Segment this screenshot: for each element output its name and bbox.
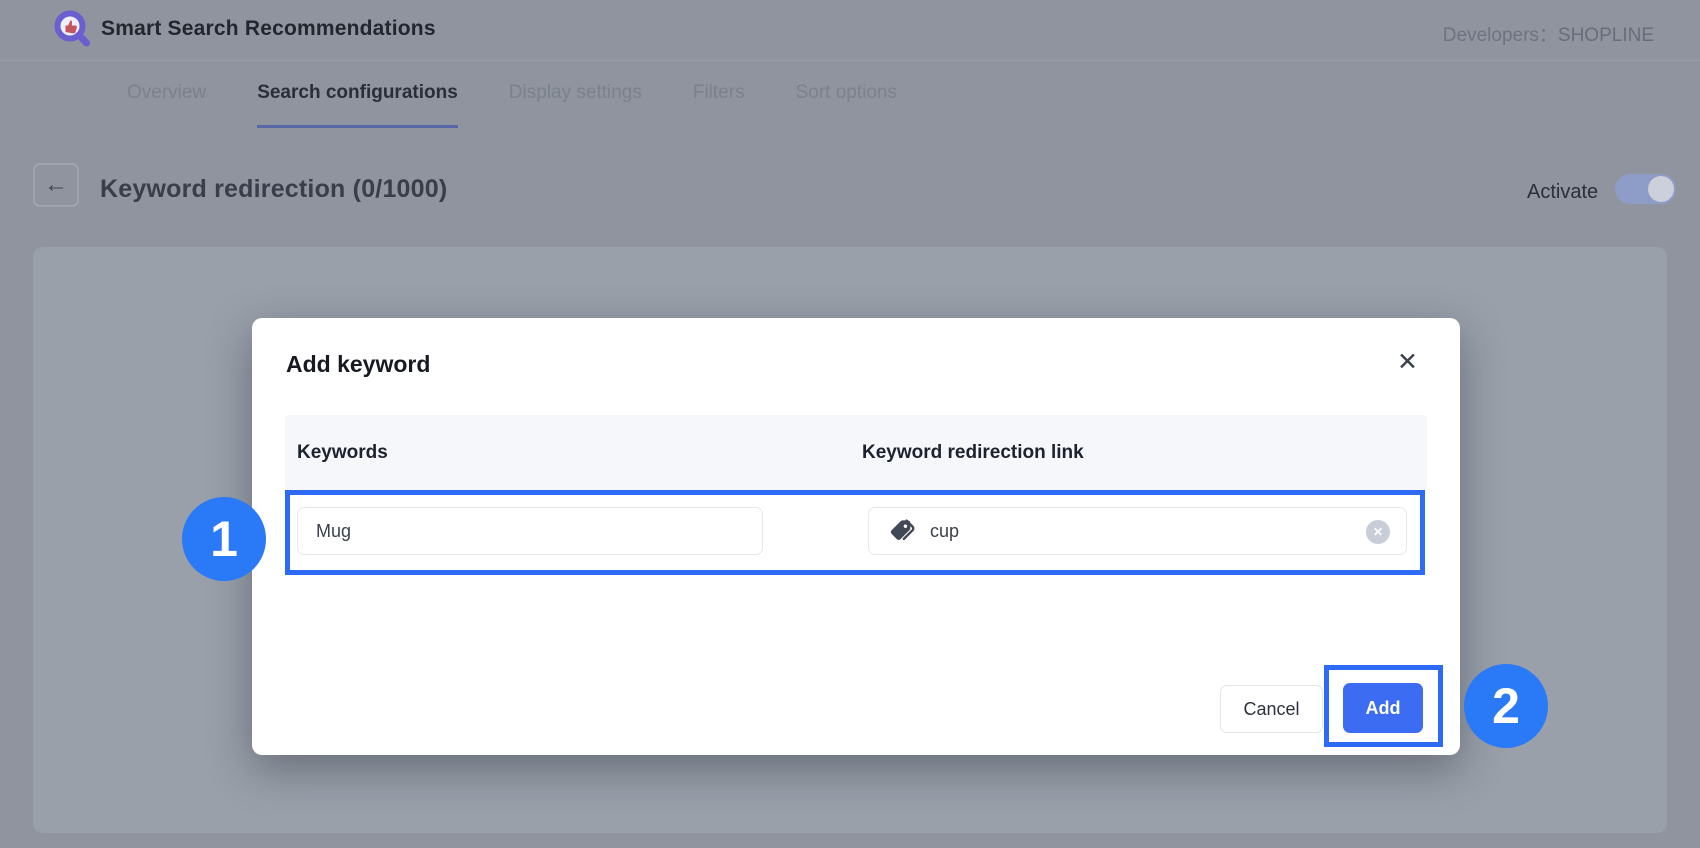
table-header: Keywords Keyword redirection link xyxy=(285,415,1427,490)
tab-display-settings[interactable]: Display settings xyxy=(509,82,642,128)
back-arrow-icon: ← xyxy=(44,171,68,199)
app-header: Smart Search Recommendations Developers：… xyxy=(0,0,1700,61)
close-icon[interactable]: ✕ xyxy=(1397,350,1418,375)
tab-search-configurations[interactable]: Search configurations xyxy=(257,82,458,128)
column-header-keywords: Keywords xyxy=(297,415,388,490)
clear-x-glyph: ✕ xyxy=(1373,525,1383,539)
account-info: Developers：SHOPLINE xyxy=(1443,20,1654,47)
column-header-redirection-link: Keyword redirection link xyxy=(862,415,1084,490)
tag-icon xyxy=(889,518,916,545)
keywords-input[interactable]: Mug xyxy=(297,507,763,555)
annotation-highlight-box-add xyxy=(1324,665,1443,747)
tab-overview[interactable]: Overview xyxy=(127,82,206,128)
screen: Smart Search Recommendations Developers：… xyxy=(0,0,1700,848)
redirection-link-input[interactable]: cup ✕ xyxy=(868,507,1407,555)
app-logo-icon xyxy=(52,9,92,49)
cancel-button[interactable]: Cancel xyxy=(1220,685,1323,733)
back-button[interactable]: ← xyxy=(33,163,79,207)
clear-icon[interactable]: ✕ xyxy=(1366,520,1390,544)
redirection-link-value: cup xyxy=(930,521,959,542)
activate-toggle[interactable] xyxy=(1615,174,1676,204)
add-keyword-modal: Add keyword ✕ Keywords Keyword redirecti… xyxy=(252,318,1460,755)
tab-filters[interactable]: Filters xyxy=(693,82,745,128)
page-title: Keyword redirection (0/1000) xyxy=(100,175,447,204)
account-label: Developers： xyxy=(1443,25,1558,46)
app-title: Smart Search Recommendations xyxy=(101,17,436,41)
step-2-badge: 2 xyxy=(1464,664,1548,748)
modal-title: Add keyword xyxy=(286,351,430,378)
nav-tabs: Overview Search configurations Display s… xyxy=(127,82,897,128)
account-name: SHOPLINE xyxy=(1558,25,1654,46)
activate-label: Activate xyxy=(1527,181,1598,204)
step-1-badge: 1 xyxy=(182,497,266,581)
tab-sort-options[interactable]: Sort options xyxy=(796,82,897,128)
keywords-input-value: Mug xyxy=(316,521,351,542)
toggle-knob xyxy=(1648,176,1674,202)
